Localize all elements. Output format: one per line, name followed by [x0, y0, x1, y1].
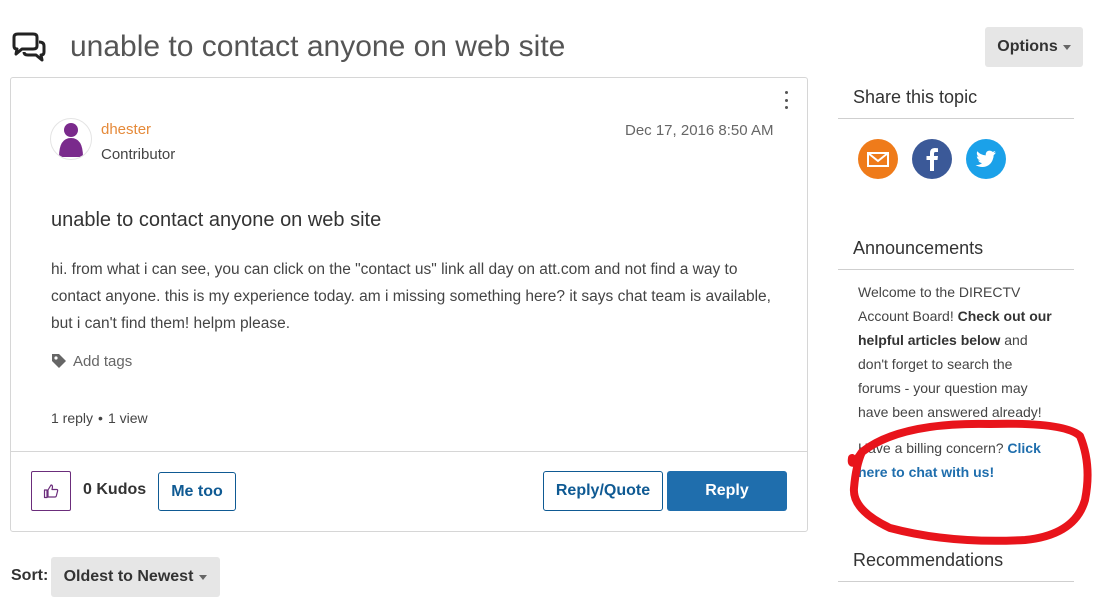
- announcements-heading: Announcements: [853, 238, 984, 258]
- add-tags-link[interactable]: Add tags: [73, 353, 132, 370]
- post-body: hi. from what i can see, you can click o…: [51, 261, 771, 332]
- options-label: Options: [997, 38, 1058, 55]
- post-subject: unable to contact anyone on web site: [51, 209, 382, 231]
- kudos-count: 0 Kudos: [83, 481, 146, 499]
- sort-dropdown[interactable]: Oldest to Newest: [51, 557, 220, 597]
- kebab-menu-icon[interactable]: [780, 91, 792, 109]
- share-divider: [838, 118, 1074, 119]
- person-icon: [59, 123, 83, 157]
- sort-selected-value: Oldest to Newest: [63, 568, 194, 585]
- email-icon: [867, 152, 889, 167]
- kudos-label: Kudos: [96, 481, 147, 498]
- author-name[interactable]: dhester: [101, 121, 151, 138]
- recommendations-divider: [838, 581, 1074, 582]
- stats-separator: •: [98, 410, 103, 426]
- post-date-time: 8:50 AM: [718, 122, 774, 139]
- me-too-button[interactable]: Me too: [158, 472, 236, 511]
- reply-button[interactable]: Reply: [667, 471, 787, 511]
- speech-bubbles-icon: [12, 32, 46, 62]
- post-footer-divider: [11, 451, 807, 452]
- sort-label: Sort:: [11, 567, 49, 584]
- thumbs-up-icon: [43, 484, 59, 499]
- share-twitter-button[interactable]: [966, 139, 1006, 179]
- share-heading: Share this topic: [853, 87, 978, 107]
- announcements-divider: [838, 269, 1074, 270]
- reply-quote-button[interactable]: Reply/Quote: [543, 471, 663, 511]
- avatar[interactable]: [50, 118, 92, 160]
- view-count: 1 view: [107, 410, 148, 426]
- share-facebook-button[interactable]: [912, 139, 952, 179]
- post-stats: 1 reply • 1 view: [51, 410, 148, 426]
- post-date-day: Dec 17, 2016: [625, 122, 715, 139]
- red-circle-annotation: [847, 419, 1092, 545]
- author-rank: Contributor: [101, 146, 176, 163]
- share-email-button[interactable]: [858, 139, 898, 179]
- caret-down-icon: [199, 574, 208, 580]
- post-date: Dec 17, 2016 8:50 AM: [625, 122, 773, 139]
- recommendations-heading: Recommendations: [853, 550, 1004, 570]
- page-title: unable to contact anyone on web site: [70, 30, 566, 63]
- facebook-icon: [926, 148, 938, 171]
- announcement-text: Welcome to the DIRECTV Account Board! Ch…: [858, 280, 1058, 424]
- reply-count[interactable]: 1 reply: [51, 410, 93, 426]
- options-button[interactable]: Options: [985, 27, 1083, 67]
- caret-down-icon: [1062, 44, 1071, 50]
- tag-icon: [52, 354, 66, 368]
- kudo-button[interactable]: [31, 471, 71, 511]
- kudos-number: 0: [83, 481, 92, 498]
- twitter-icon: [975, 150, 996, 167]
